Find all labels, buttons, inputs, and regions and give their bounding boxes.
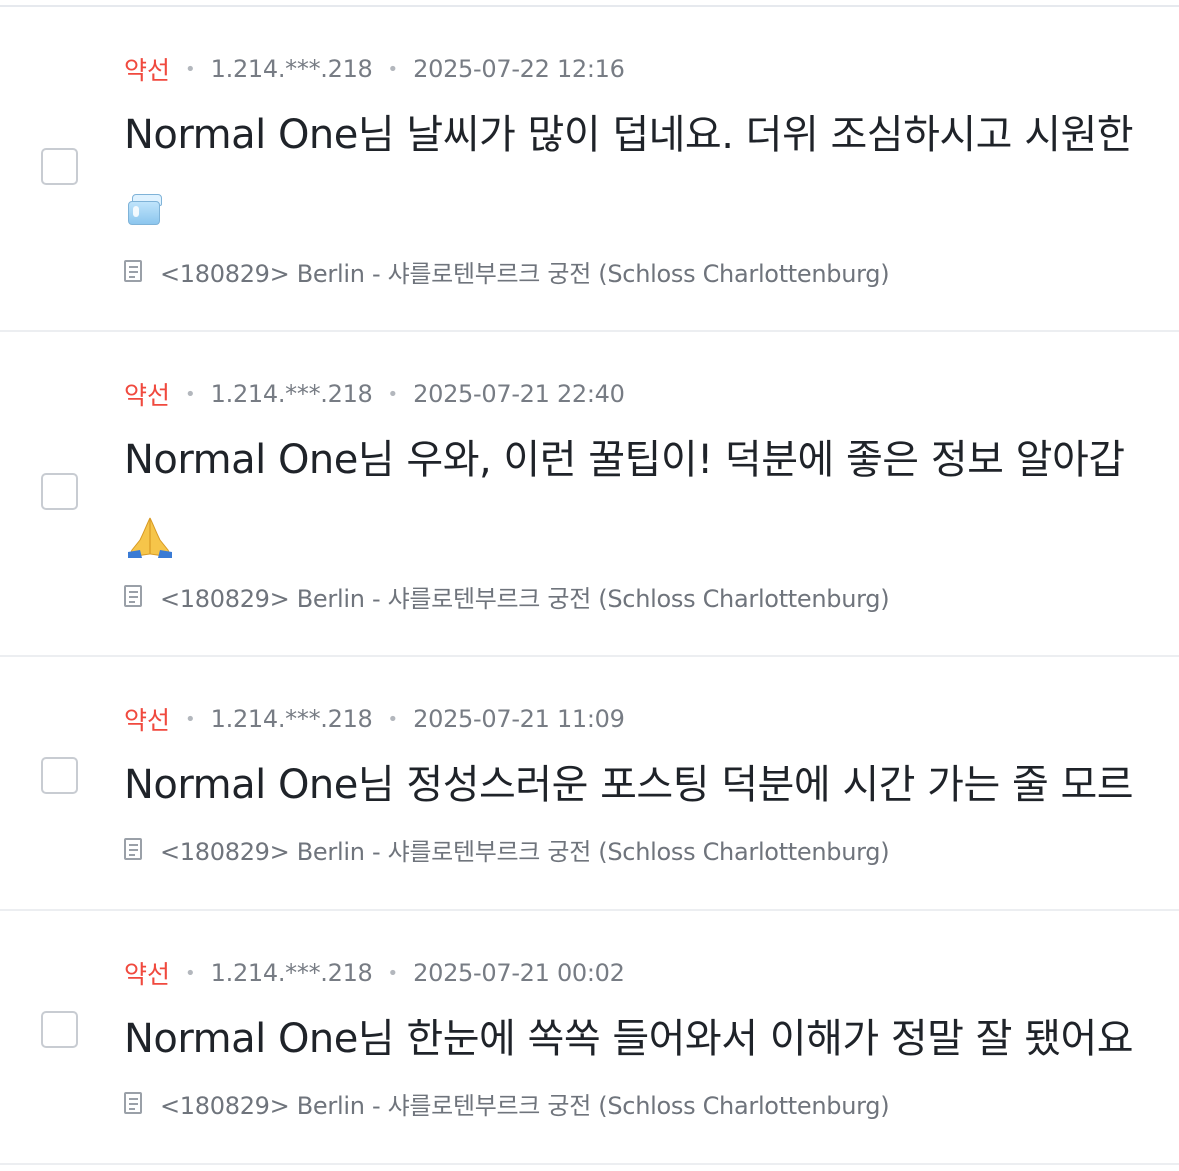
comment-row: 약선 • 1.214.***.218 • 2025-07-22 12:16 No… <box>0 7 1179 332</box>
source-post-link[interactable]: <180829> Berlin - 샤를로텐부르크 궁전 (Schloss Ch… <box>124 1085 890 1121</box>
separator-dot: • <box>387 383 399 405</box>
ip-address: 1.214.***.218 <box>210 380 373 408</box>
separator-dot: • <box>185 962 196 984</box>
post-title: <180829> Berlin - 샤를로텐부르크 궁전 (Schloss Ch… <box>160 1091 890 1120</box>
select-checkbox[interactable] <box>41 148 78 185</box>
select-checkbox[interactable] <box>41 1011 78 1048</box>
comment-datetime: 2025-07-21 11:09 <box>413 705 625 733</box>
separator-dot: • <box>387 962 399 984</box>
ip-address: 1.214.***.218 <box>210 959 373 987</box>
comment-datetime: 2025-07-21 22:40 <box>413 380 625 408</box>
author-name[interactable]: 약선 <box>124 51 170 87</box>
source-post-link[interactable]: <180829> Berlin - 샤를로텐부르크 궁전 (Schloss Ch… <box>124 253 890 289</box>
select-checkbox[interactable] <box>41 757 78 794</box>
comment-text[interactable]: Normal One님 한눈에 쏙쏙 들어와서 이해가 정말 잘 됐어요 <box>124 1009 1179 1069</box>
comment-meta: 약선 • 1.214.***.218 • 2025-07-21 11:09 <box>124 701 625 737</box>
post-title: <180829> Berlin - 샤를로텐부르크 궁전 (Schloss Ch… <box>160 259 890 288</box>
comment-meta: 약선 • 1.214.***.218 • 2025-07-21 22:40 <box>124 376 625 412</box>
comment-meta: 약선 • 1.214.***.218 • 2025-07-22 12:16 <box>124 51 625 87</box>
comment-text[interactable]: Normal One님 날씨가 많이 덥네요. 더위 조심하시고 시원한 <box>124 105 1179 165</box>
comment-meta: 약선 • 1.214.***.218 • 2025-07-21 00:02 <box>124 955 625 991</box>
comment-row: 약선 • 1.214.***.218 • 2025-07-21 22:40 No… <box>0 332 1179 657</box>
comment-row: 약선 • 1.214.***.218 • 2025-07-21 11:09 No… <box>0 657 1179 911</box>
separator-dot: • <box>185 708 196 730</box>
source-post-link[interactable]: <180829> Berlin - 샤를로텐부르크 궁전 (Schloss Ch… <box>124 578 890 614</box>
comment-row: 약선 • 1.214.***.218 • 2025-07-21 00:02 No… <box>0 911 1179 1165</box>
document-icon <box>124 838 142 860</box>
comment-list: 약선 • 1.214.***.218 • 2025-07-22 12:16 No… <box>0 7 1179 1165</box>
comment-text[interactable]: Normal One님 정성스러운 포스팅 덕분에 시간 가는 줄 모르 <box>124 755 1179 815</box>
separator-dot: • <box>185 383 196 405</box>
comment-datetime: 2025-07-21 00:02 <box>413 959 625 987</box>
post-title: <180829> Berlin - 샤를로텐부르크 궁전 (Schloss Ch… <box>160 584 890 613</box>
author-name[interactable]: 약선 <box>124 701 170 737</box>
separator-dot: • <box>185 58 196 80</box>
comment-datetime: 2025-07-22 12:16 <box>413 55 625 83</box>
document-icon <box>124 260 142 282</box>
folded-hands-icon <box>128 517 172 558</box>
separator-dot: • <box>387 708 399 730</box>
source-post-link[interactable]: <180829> Berlin - 샤를로텐부르크 궁전 (Schloss Ch… <box>124 831 890 867</box>
comment-emoji-line <box>124 179 164 239</box>
ip-address: 1.214.***.218 <box>210 705 373 733</box>
author-name[interactable]: 약선 <box>124 376 170 412</box>
post-title: <180829> Berlin - 샤를로텐부르크 궁전 (Schloss Ch… <box>160 837 890 866</box>
top-divider <box>0 0 1179 7</box>
document-icon <box>124 1092 142 1114</box>
separator-dot: • <box>387 58 399 80</box>
ice-cube-icon <box>124 191 164 227</box>
ip-address: 1.214.***.218 <box>210 55 373 83</box>
select-checkbox[interactable] <box>41 473 78 510</box>
comment-emoji-line <box>124 504 176 564</box>
comment-text[interactable]: Normal One님 우와, 이런 꿀팁이! 덕분에 좋은 정보 알아갑 <box>124 430 1179 490</box>
author-name[interactable]: 약선 <box>124 955 170 991</box>
document-icon <box>124 585 142 607</box>
